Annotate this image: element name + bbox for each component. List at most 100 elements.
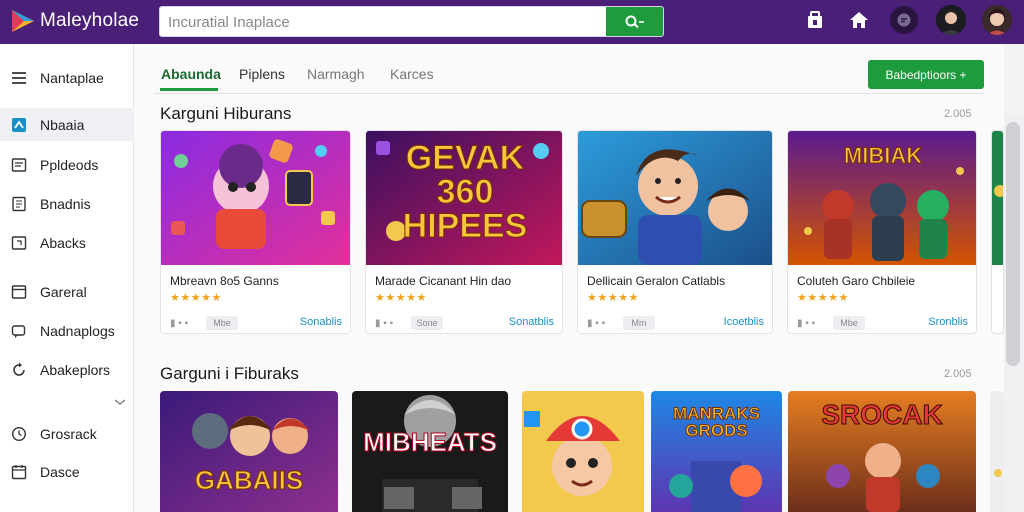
game-thumbnail (161, 131, 350, 265)
meta-icons: ▮ ▪ ▪ (170, 318, 189, 329)
sidebar: Nantaplae Nbaaia Ppldeods Bnadnis Abacks… (0, 44, 134, 512)
meta-chip: Mm (623, 316, 655, 330)
logo-icon[interactable] (10, 8, 36, 34)
sidebar-item-nbaaia[interactable]: Nbaaia (0, 108, 134, 141)
game-tile[interactable]: MIBHEATS (352, 391, 508, 512)
card-meta: ▮ ▪ ▪ Mbe (170, 316, 240, 330)
search-bar (159, 6, 664, 37)
card-title: Coluteh Garo Chbileie (797, 274, 916, 288)
game-card-peek[interactable] (991, 130, 1004, 334)
chevron-down-icon[interactable] (113, 397, 127, 407)
game-tile[interactable]: GABAIIS (160, 391, 338, 512)
section-title: Karguni Hiburans (160, 104, 292, 123)
card-link[interactable]: Icoetblis (724, 316, 764, 328)
thumbnail-title: GEVAK 360 HIPEES (402, 139, 528, 245)
list-icon (11, 158, 27, 172)
sidebar-item-label: Nantaplae (40, 70, 104, 86)
thumbnail-title: MIBIAK (843, 143, 923, 168)
sidebar-item-label: Gareral (40, 284, 87, 300)
game-thumbnail (578, 131, 772, 265)
game-thumbnail: MIBIAK (788, 131, 976, 265)
card-link[interactable]: Sonablis (300, 316, 342, 328)
sidebar-item-label: Dasce (40, 464, 80, 480)
sidebar-item-gareral[interactable]: Gareral (0, 275, 134, 308)
rating-stars: ★★★★★ (170, 292, 222, 304)
sidebar-item-menu[interactable]: Nantaplae (0, 61, 134, 94)
card-meta: ▮ ▪ ▪ Mm (587, 316, 657, 330)
sidebar-item-dasce[interactable]: Dasce (0, 455, 134, 488)
meta-icons: ▮ ▪ ▪ (375, 318, 394, 329)
card-link[interactable]: Sonatblis (509, 316, 554, 328)
sidebar-item-label: Ppldeods (40, 157, 99, 173)
sidebar-item-abakeplors[interactable]: Abakeplors (0, 353, 134, 386)
meta-icons: ▮ ▪ ▪ (587, 318, 606, 329)
search-input[interactable] (168, 11, 598, 33)
calendar-icon (11, 465, 27, 480)
search-button[interactable] (606, 7, 663, 36)
rating-stars: ★★★★★ (587, 292, 639, 304)
tab-narmagh[interactable]: Narmagh (307, 66, 365, 82)
thumbnail-title: MANRAKS GRODS (673, 404, 761, 440)
brand-name[interactable]: Maleyholae (40, 10, 139, 32)
app-icon (12, 118, 26, 132)
sidebar-item-label: Bnadnis (40, 196, 91, 212)
meta-icons: ▮ ▪ ▪ (797, 318, 816, 329)
thumbnail-title: SROCAK (821, 399, 943, 430)
sidebar-item-label: Abakeplors (40, 362, 111, 378)
active-tab-indicator (160, 88, 218, 91)
meta-chip: Mbe (206, 316, 238, 330)
document-icon (12, 196, 26, 212)
meta-chip: Mbe (833, 316, 865, 330)
tab-karces[interactable]: Karces (390, 66, 434, 82)
clock-icon (11, 426, 27, 442)
sidebar-item-grosrack[interactable]: Grosrack (0, 417, 134, 450)
tab-piplens[interactable]: Piplens (239, 66, 285, 82)
window-icon (11, 285, 27, 299)
refresh-icon (13, 362, 25, 376)
chat-icon (11, 325, 26, 338)
store-icon[interactable] (804, 9, 826, 31)
message-icon[interactable] (890, 6, 918, 34)
avatar[interactable] (982, 5, 1012, 35)
game-card[interactable]: Dellicain Geralon Catlabls ★★★★★ ▮ ▪ ▪ M… (577, 130, 773, 334)
game-thumbnail (992, 131, 1003, 265)
game-card[interactable]: MIBIAK Coluteh Garo Chbileie ★★★★★ ▮ ▪ ▪… (787, 130, 977, 334)
sidebar-item-label: Nadnaplogs (40, 323, 115, 339)
home-icon[interactable] (848, 9, 870, 31)
avatar[interactable] (936, 5, 966, 35)
scrollbar-thumb[interactable] (1006, 122, 1020, 366)
section-count: 2.005 (944, 108, 972, 120)
card-link[interactable]: Sronblis (928, 316, 968, 328)
rating-stars: ★★★★★ (797, 292, 849, 304)
card-title: Dellicain Geralon Catlabls (587, 274, 726, 288)
search-icon (625, 15, 644, 28)
sidebar-item-label: Nbaaia (40, 117, 85, 133)
sidebar-item-label: Grosrack (40, 426, 97, 442)
image-icon (11, 236, 27, 250)
sidebar-item-label: Abacks (40, 235, 86, 251)
card-title: Marade Cicanant Hin dao (375, 274, 512, 288)
game-tile[interactable]: SROCAK (788, 391, 976, 512)
game-tile[interactable]: MANRAKS GRODS (651, 391, 782, 512)
sidebar-item-nadnaplogs[interactable]: Nadnaplogs (0, 314, 134, 347)
tab-abaunda[interactable]: Abaunda (161, 66, 221, 82)
meta-chip: Sone (411, 316, 443, 330)
tabs-divider (154, 93, 984, 94)
sidebar-item-ppldeods[interactable]: Ppldeods (0, 148, 134, 181)
top-bar: Maleyholae (0, 0, 1024, 44)
main-content: Abaunda Piplens Narmagh Karces Babedptio… (134, 44, 1004, 512)
section-count: 2.005 (944, 368, 972, 380)
game-card[interactable]: GEVAK 360 HIPEES Marade Cicanant Hin dao… (365, 130, 563, 334)
thumbnail-title: MIBHEATS (363, 427, 498, 457)
game-tile[interactable] (522, 391, 644, 512)
game-tile-peek[interactable] (990, 391, 1004, 512)
sidebar-item-abacks[interactable]: Abacks (0, 226, 134, 259)
card-meta: ▮ ▪ ▪ Sone (375, 316, 445, 330)
rating-stars: ★★★★★ (375, 292, 427, 304)
thumbnail-title: GABAIIS (194, 465, 304, 495)
sidebar-item-bnadnis[interactable]: Bnadnis (0, 187, 134, 220)
game-card[interactable]: Mbreavn 8o5 Ganns ★★★★★ ▮ ▪ ▪ Mbe Sonabl… (160, 130, 351, 334)
primary-action-button[interactable]: Babedptioors + (868, 60, 984, 89)
game-thumbnail: GEVAK 360 HIPEES (366, 131, 562, 265)
card-meta: ▮ ▪ ▪ Mbe (797, 316, 867, 330)
